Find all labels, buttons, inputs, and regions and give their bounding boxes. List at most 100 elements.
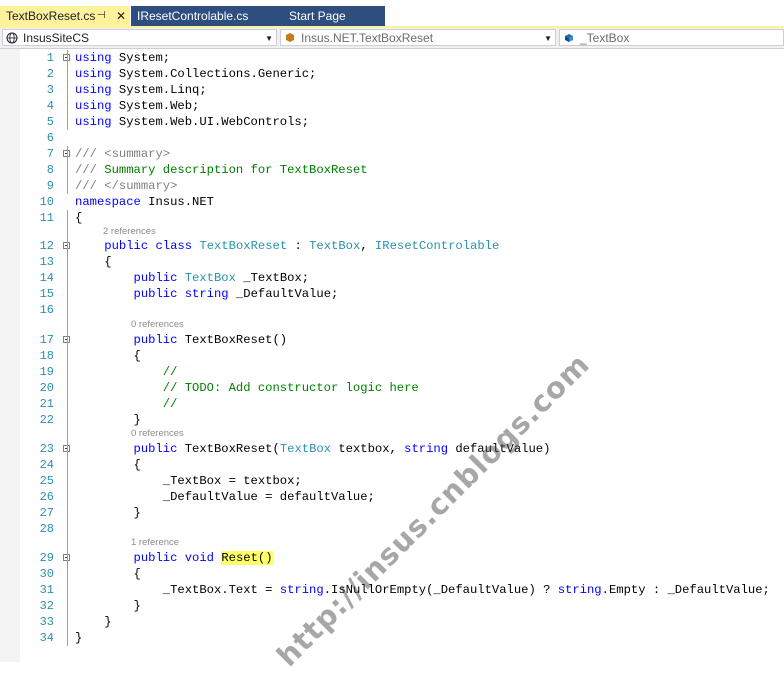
code-line[interactable]: 19 //	[0, 364, 784, 380]
code-line[interactable]: 9 /// </summary>	[0, 178, 784, 194]
field-icon	[565, 34, 573, 42]
code-line[interactable]: 25 _TextBox = textbox;	[0, 473, 784, 489]
code-text: /// </summary>	[75, 178, 177, 194]
line-number: 21	[39, 397, 54, 411]
code-line[interactable]: 33 }	[0, 614, 784, 630]
code-line[interactable]: 23 public TextBoxReset(TextBox textbox, …	[0, 441, 784, 457]
code-line[interactable]: 20 // TODO: Add constructor logic here	[0, 380, 784, 396]
code-text: // TODO: Add constructor logic here	[75, 380, 419, 396]
line-number: 2	[46, 67, 54, 81]
code-text: //	[75, 364, 178, 380]
code-text: {	[75, 566, 141, 582]
code-token: //	[162, 397, 178, 411]
codelens-references[interactable]: 0 references	[131, 319, 184, 331]
code-text: using System.Collections.Generic;	[75, 66, 316, 82]
code-line[interactable]: 12 public class TextBoxReset : TextBox, …	[0, 238, 784, 254]
close-icon[interactable]: ✕	[116, 6, 126, 26]
document-tab-bar: TextBoxReset.cs ⊣ ✕ IResetControlable.cs…	[0, 0, 784, 26]
code-line[interactable]: 5 using System.Web.UI.WebControls;	[0, 114, 784, 130]
code-line[interactable]: 27 }	[0, 505, 784, 521]
code-token: {	[75, 255, 112, 269]
code-line[interactable]: 3 using System.Linq;	[0, 82, 784, 98]
type-dropdown[interactable]: Insus.NET.TextBoxReset ▼	[280, 29, 556, 46]
code-text: //	[75, 396, 178, 412]
code-token: string	[404, 442, 449, 456]
code-token: System;	[111, 51, 171, 65]
code-line[interactable]: 13 {	[0, 254, 784, 270]
tab-start-page[interactable]: Start Page	[279, 6, 385, 26]
code-line[interactable]: 6	[0, 130, 784, 146]
code-text: {	[75, 210, 82, 226]
code-line[interactable]: 11 {	[0, 210, 784, 226]
codelens-references[interactable]: 1 reference	[131, 537, 179, 549]
code-token: {	[75, 567, 141, 581]
code-token: using	[75, 115, 112, 129]
line-number: 14	[39, 271, 54, 285]
code-line[interactable]: 24 {	[0, 457, 784, 473]
line-number: 33	[39, 615, 54, 629]
code-line[interactable]: 14 public TextBox _TextBox;	[0, 270, 784, 286]
line-number: 17	[39, 333, 54, 347]
code-text: /// Summary description for TextBoxReset	[75, 162, 368, 178]
code-text: }	[75, 614, 111, 630]
code-text: using System.Web;	[75, 98, 199, 114]
line-number: 12	[39, 239, 54, 253]
codelens-references[interactable]: 0 references	[131, 428, 184, 440]
code-line[interactable]: 15 public string _DefaultValue;	[0, 286, 784, 302]
code-line[interactable]: 8 /// Summary description for TextBoxRese…	[0, 162, 784, 178]
code-text: {	[75, 348, 141, 364]
line-number: 29	[39, 551, 54, 565]
code-line[interactable]: 4 using System.Web;	[0, 98, 784, 114]
code-token: }	[75, 506, 141, 520]
member-dropdown[interactable]: _TextBox	[559, 29, 784, 46]
code-line[interactable]: 7 /// <summary>	[0, 146, 784, 162]
code-token: TextBox	[309, 239, 361, 253]
code-token: _TextBox.Text =	[75, 583, 280, 597]
code-token: using	[75, 67, 112, 81]
code-line[interactable]: 34}	[0, 630, 784, 646]
code-token: using	[75, 51, 112, 65]
code-text: using System;	[75, 50, 170, 66]
code-token: // TODO: Add constructor logic here	[162, 381, 419, 395]
line-number: 7	[46, 147, 54, 161]
code-line[interactable]: 22 }	[0, 412, 784, 428]
code-token: using	[75, 99, 112, 113]
highlighted-reference: Reset()	[221, 551, 273, 565]
pin-icon[interactable]: ⊣	[97, 6, 106, 26]
code-line[interactable]: 18 {	[0, 348, 784, 364]
code-line[interactable]: 17 public TextBoxReset()	[0, 332, 784, 348]
code-token: string	[184, 287, 229, 301]
line-number: 13	[39, 255, 54, 269]
line-number: 18	[39, 349, 54, 363]
code-token: {	[75, 349, 141, 363]
code-line[interactable]: 26 _DefaultValue = defaultValue;	[0, 489, 784, 505]
code-editor[interactable]: 1 using System; 2 using System.Collections.…	[0, 49, 784, 673]
tab-textboxreset-cs[interactable]: TextBoxReset.cs ⊣ ✕	[0, 6, 130, 26]
line-number: 5	[46, 115, 54, 129]
code-token: namespace	[75, 195, 141, 209]
code-token: public	[133, 271, 178, 285]
code-line[interactable]: 16	[0, 302, 784, 318]
code-token: TextBoxReset()	[177, 333, 288, 347]
code-text: /// <summary>	[75, 146, 170, 162]
line-number: 4	[46, 99, 54, 113]
project-dropdown[interactable]: InsusSiteCS ▼	[2, 29, 277, 46]
code-line[interactable]: 31 _TextBox.Text = string.IsNullOrEmpty(…	[0, 582, 784, 598]
tab-iresetcontrolable-cs[interactable]: IResetControlable.cs	[131, 6, 279, 26]
code-line[interactable]: 21 //	[0, 396, 784, 412]
chevron-down-icon: ▼	[544, 34, 552, 43]
code-token: TextBoxReset	[199, 239, 288, 253]
code-line[interactable]: 2 using System.Collections.Generic;	[0, 66, 784, 82]
codelens-references[interactable]: 2 references	[103, 226, 156, 238]
code-token: _TextBox;	[235, 271, 310, 285]
code-token: </summary>	[104, 179, 178, 193]
line-number: 32	[39, 599, 54, 613]
code-line[interactable]: 10 namespace Insus.NET	[0, 194, 784, 210]
code-token: public	[133, 287, 178, 301]
code-line[interactable]: 32 }	[0, 598, 784, 614]
code-line[interactable]: 1 using System;	[0, 50, 784, 66]
